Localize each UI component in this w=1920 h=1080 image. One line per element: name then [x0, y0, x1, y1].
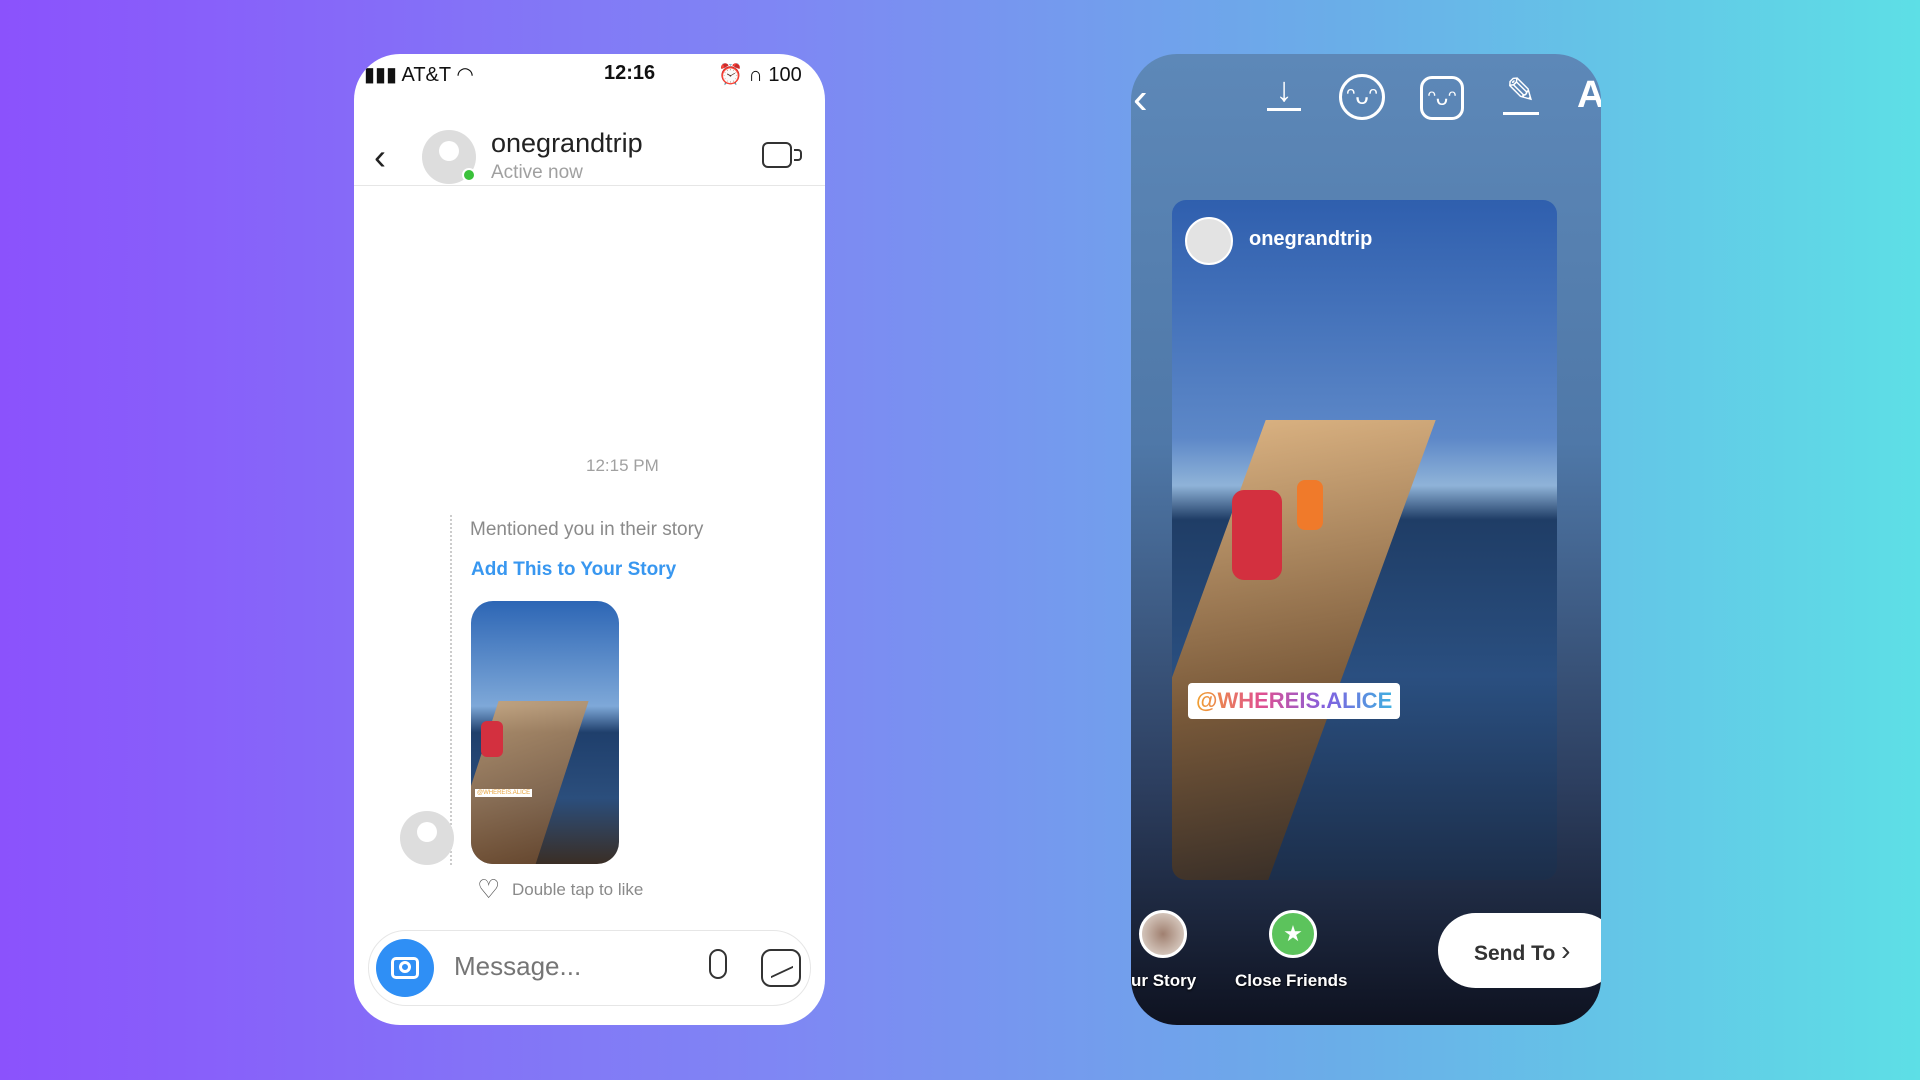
- story-editor-screen: ‹ ↓ ᵔᴗᵔ ᵔᴗᵔ ✎ A onegrandtrip @WHEREIS.AL…: [1131, 54, 1601, 1025]
- camera-button[interactable]: [376, 939, 434, 997]
- status-right: ⏰ ∩ 100: [718, 62, 802, 87]
- story-reply-divider: [450, 515, 452, 865]
- mention-sticker-text: @WHEREIS.ALICE: [1196, 688, 1393, 713]
- close-friends-label[interactable]: Close Friends: [1235, 971, 1347, 991]
- sticker-icon[interactable]: ᵔᴗᵔ: [1420, 76, 1464, 120]
- back-icon[interactable]: ‹: [1133, 74, 1148, 124]
- signal-carrier: ▮▮▮ AT&T ◠: [364, 64, 474, 86]
- story-avatar: [1185, 217, 1233, 265]
- photo-person: [1297, 480, 1323, 530]
- status-time: 12:16: [604, 62, 656, 84]
- message-input[interactable]: [454, 951, 654, 982]
- story-thumbnail[interactable]: @WHEREIS.ALICE: [471, 601, 619, 864]
- gallery-icon[interactable]: [761, 949, 801, 987]
- your-story-label[interactable]: ur Story: [1131, 971, 1196, 991]
- back-button[interactable]: ‹: [374, 136, 386, 178]
- add-to-story-link[interactable]: Add This to Your Story: [471, 559, 676, 581]
- message-timestamp: 12:15 PM: [586, 456, 659, 475]
- your-story-avatar[interactable]: [1139, 910, 1187, 958]
- draw-icon[interactable]: ✎: [1503, 70, 1539, 115]
- active-status: Active now: [491, 162, 583, 183]
- online-indicator: [462, 168, 476, 182]
- mention-sticker[interactable]: @WHEREIS.ALICE: [1188, 683, 1401, 719]
- close-friends-star-icon[interactable]: ★: [1269, 910, 1317, 958]
- avatar[interactable]: [422, 130, 476, 184]
- mention-text: Mentioned you in their story: [470, 519, 704, 540]
- photo-person: [1232, 490, 1282, 580]
- download-icon[interactable]: ↓: [1267, 72, 1301, 111]
- chat-username[interactable]: onegrandtrip: [491, 128, 643, 159]
- story-username: onegrandtrip: [1249, 228, 1373, 250]
- headphones-icon: ∩: [748, 64, 763, 86]
- send-to-button[interactable]: Send To ›: [1438, 913, 1601, 988]
- carrier-label: AT&T: [401, 64, 451, 86]
- face-effects-icon[interactable]: ᵔᴗᵔ: [1339, 74, 1385, 120]
- chevron-right-icon: ›: [1561, 935, 1571, 966]
- thumbnail-sticker: @WHEREIS.ALICE: [475, 789, 533, 797]
- dm-phone-screen: ▮▮▮ AT&T ◠ 12:16 ⏰ ∩ 100 ‹ onegrandtrip …: [354, 54, 825, 1025]
- wifi-icon: ◠: [456, 64, 474, 86]
- story-preview: onegrandtrip @WHEREIS.ALICE: [1172, 200, 1557, 880]
- sender-avatar[interactable]: [400, 811, 454, 865]
- video-call-icon[interactable]: [762, 142, 802, 168]
- heart-icon[interactable]: ♡: [477, 874, 500, 905]
- text-icon[interactable]: A: [1577, 74, 1601, 117]
- like-hint: Double tap to like: [512, 880, 644, 899]
- alarm-icon: ⏰: [718, 64, 743, 86]
- microphone-icon[interactable]: [709, 949, 727, 979]
- send-to-label: Send To: [1474, 942, 1556, 965]
- battery-label: 100: [768, 64, 802, 86]
- message-composer: [368, 930, 811, 1006]
- chat-header: ‹ onegrandtrip Active now: [354, 124, 825, 186]
